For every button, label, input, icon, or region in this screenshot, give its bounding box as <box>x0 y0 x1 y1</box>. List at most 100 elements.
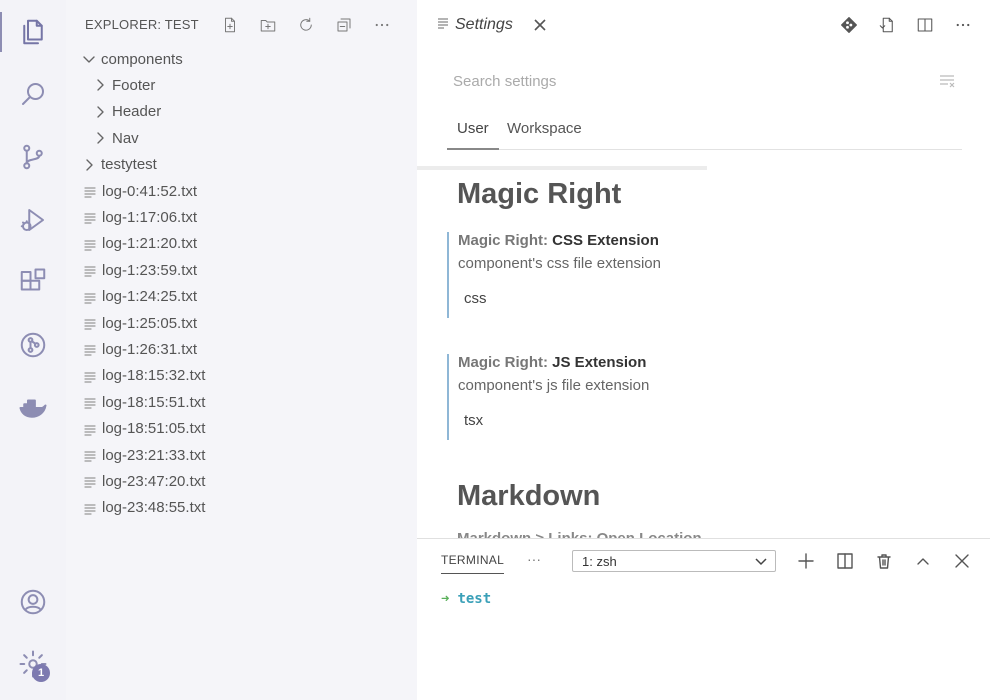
git-graph-activity[interactable] <box>0 321 66 369</box>
setting-css-extension[interactable]: Magic Right: CSS Extension component's c… <box>447 232 947 318</box>
git-action-button[interactable] <box>836 12 862 38</box>
chevron-down-icon <box>83 56 95 63</box>
chevron-right-icon <box>86 158 93 171</box>
explorer-title: EXPLORER: TEST <box>85 17 199 32</box>
scroll-shadow <box>417 166 707 170</box>
tree-folder-item[interactable]: components <box>82 46 183 72</box>
tree-file-item[interactable]: log-1:25:05.txt <box>84 310 197 336</box>
new-file-button[interactable] <box>216 12 244 38</box>
chevron-right-icon <box>97 79 104 92</box>
tree-item-label: log-23:48:55.txt <box>102 499 206 517</box>
tree-file-item[interactable]: log-23:47:20.txt <box>84 468 205 494</box>
more-icon <box>375 23 389 27</box>
close-icon <box>955 554 969 568</box>
maximize-panel-button[interactable] <box>911 549 935 573</box>
text-file-icon <box>84 449 96 462</box>
setting-title: Magic Right: JS Extension <box>458 354 647 371</box>
tree-item-label: log-0:41:52.txt <box>102 182 198 200</box>
terminal-output[interactable]: ➜ test <box>441 591 491 607</box>
text-file-icon <box>84 475 96 488</box>
search-activity[interactable] <box>0 70 66 118</box>
tree-file-item[interactable]: log-0:41:52.txt <box>84 178 197 204</box>
tree-folder-item[interactable]: Header <box>93 99 161 125</box>
open-settings-json-button[interactable] <box>874 12 900 38</box>
refresh-button[interactable] <box>292 12 320 38</box>
settings-search-input[interactable] <box>447 72 917 90</box>
setting-value-input[interactable]: tsx <box>458 412 947 429</box>
tree-file-item[interactable]: log-18:15:51.txt <box>84 389 205 415</box>
tab-user[interactable]: User <box>447 120 499 150</box>
tree-item-label: Nav <box>112 129 139 147</box>
new-folder-button[interactable] <box>254 12 282 38</box>
run-debug-activity[interactable] <box>0 196 66 244</box>
close-icon <box>534 19 546 31</box>
setting-description: component's js file extension <box>458 377 650 394</box>
split-editor-icon <box>917 18 933 32</box>
tree-file-item[interactable]: log-18:51:05.txt <box>84 416 205 442</box>
tree-item-label: log-18:15:51.txt <box>102 393 206 411</box>
tree-item-label: testytest <box>101 156 157 174</box>
panel-more-button[interactable]: ··· <box>527 551 541 567</box>
tree-file-item[interactable]: log-1:26:31.txt <box>84 336 197 362</box>
tree-item-label: components <box>101 50 183 68</box>
tree-file-item[interactable]: log-1:17:06.txt <box>84 204 197 230</box>
settings-file-icon <box>437 16 449 34</box>
tab-terminal[interactable]: TERMINAL <box>441 553 505 574</box>
tree-folder-item[interactable]: testytest <box>82 152 157 178</box>
tree-file-item[interactable]: log-18:15:32.txt <box>84 363 205 389</box>
explorer-more-button[interactable] <box>368 12 396 38</box>
tree-item-label: Footer <box>112 76 156 94</box>
editor-more-button[interactable] <box>950 12 976 38</box>
refresh-icon <box>300 17 312 31</box>
vscode-window: 1 EXPLORER: TEST components Footer Header N… <box>0 0 990 700</box>
new-terminal-button[interactable] <box>794 549 818 573</box>
clear-filter-button[interactable] <box>938 72 956 90</box>
tree-file-item[interactable]: log-1:23:59.txt <box>84 257 197 283</box>
account-activity[interactable] <box>0 578 66 626</box>
extensions-icon <box>20 268 46 291</box>
chevron-right-icon <box>97 106 104 118</box>
text-file-icon <box>84 185 96 198</box>
explorer-activity[interactable] <box>0 8 66 56</box>
tree-folder-item[interactable]: Footer <box>93 72 155 98</box>
chevron-up-icon <box>917 558 929 565</box>
settings-tab[interactable]: Settings <box>417 0 577 50</box>
account-icon <box>20 589 46 615</box>
setting-value-input[interactable]: css <box>458 290 947 307</box>
section-title-magic-right: Magic Right <box>457 178 622 210</box>
terminal-select-value: 1: zsh <box>582 553 617 569</box>
split-editor-button[interactable] <box>912 12 938 38</box>
tree-file-item[interactable]: log-1:21:20.txt <box>84 231 197 257</box>
text-file-icon <box>84 423 96 436</box>
text-file-icon <box>84 211 96 224</box>
editor-tab-bar: Settings <box>417 0 990 50</box>
source-control-icon <box>23 144 43 170</box>
setting-title: Magic Right: CSS Extension <box>458 232 659 249</box>
manage-activity[interactable] <box>0 640 66 688</box>
tree-folder-item[interactable]: Nav <box>93 125 139 151</box>
kill-terminal-button[interactable] <box>872 549 896 573</box>
run-debug-icon <box>20 209 44 231</box>
notification-badge: 1 <box>32 664 50 682</box>
extensions-activity[interactable] <box>0 258 66 306</box>
source-control-activity[interactable] <box>0 133 66 181</box>
tree-file-item[interactable]: log-1:24:25.txt <box>84 284 197 310</box>
tree-file-item[interactable]: log-23:21:33.txt <box>84 442 205 468</box>
collapse-all-button[interactable] <box>330 12 358 38</box>
prompt-arrow: ➜ <box>441 591 450 607</box>
text-file-icon <box>84 317 96 330</box>
tree-item-label: log-1:24:25.txt <box>102 288 198 306</box>
tree-item-label: log-23:21:33.txt <box>102 446 206 464</box>
collapse-all-icon <box>337 18 351 32</box>
split-terminal-button[interactable] <box>833 549 857 573</box>
editor-actions <box>836 12 976 38</box>
docker-activity[interactable] <box>0 384 66 432</box>
tree-file-item[interactable]: log-23:48:55.txt <box>84 495 205 521</box>
add-icon <box>798 553 814 569</box>
setting-js-extension[interactable]: Magic Right: JS Extension component's js… <box>447 354 947 440</box>
tab-close-button[interactable] <box>531 16 549 34</box>
tab-workspace[interactable]: Workspace <box>507 120 582 150</box>
terminal-select[interactable]: 1: zsh <box>572 550 776 572</box>
text-file-icon <box>84 291 96 304</box>
close-panel-button[interactable] <box>950 549 974 573</box>
